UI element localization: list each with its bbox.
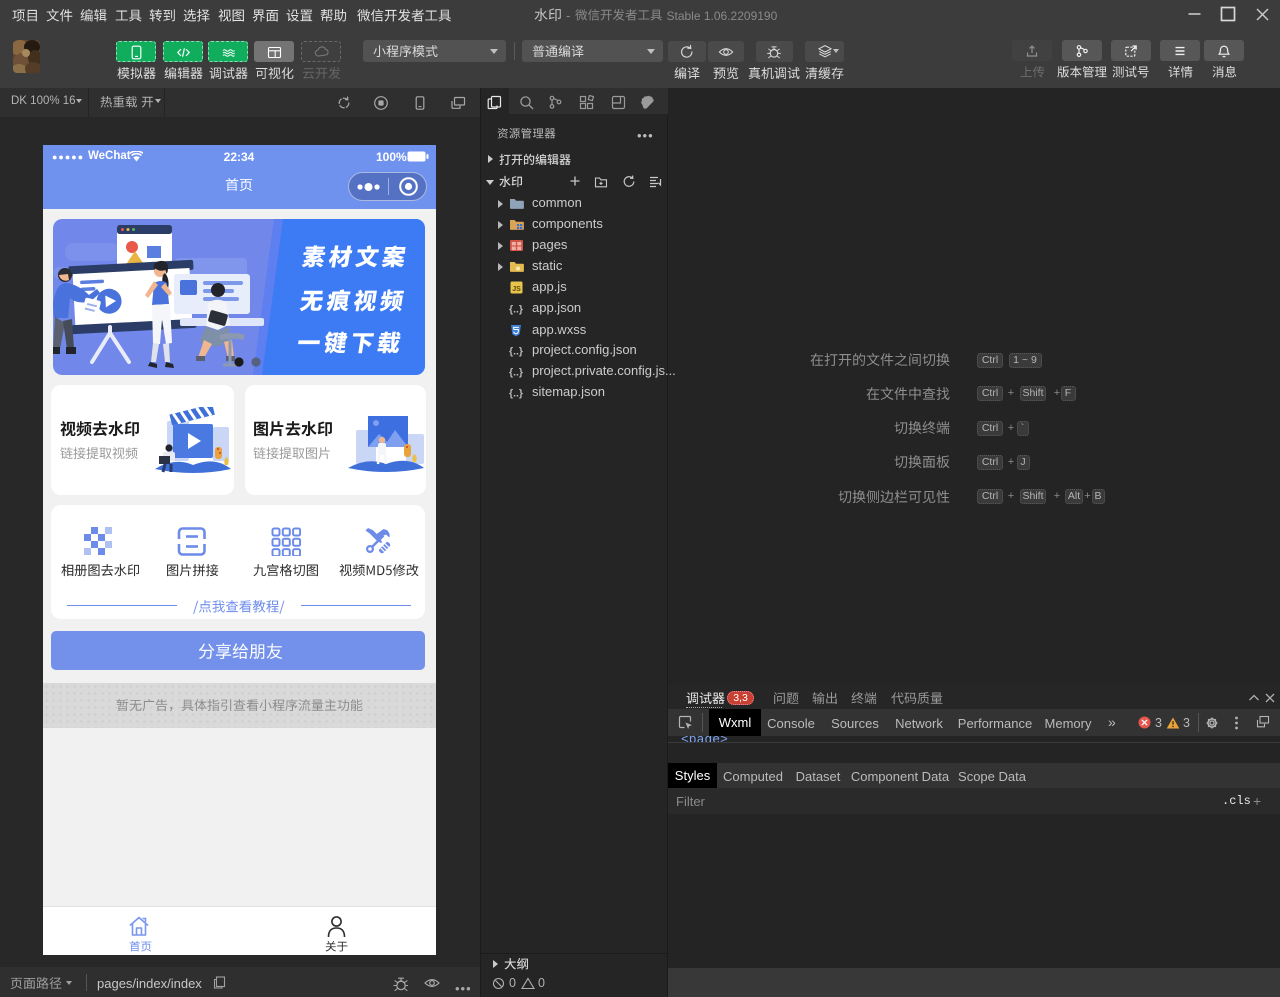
svg-text:{..}: {..} <box>509 345 523 357</box>
svg-text:JS: JS <box>512 286 521 293</box>
svg-text:{..}: {..} <box>509 366 523 378</box>
svg-text:{..}: {..} <box>509 387 523 399</box>
svg-text:{..}: {..} <box>509 303 523 315</box>
